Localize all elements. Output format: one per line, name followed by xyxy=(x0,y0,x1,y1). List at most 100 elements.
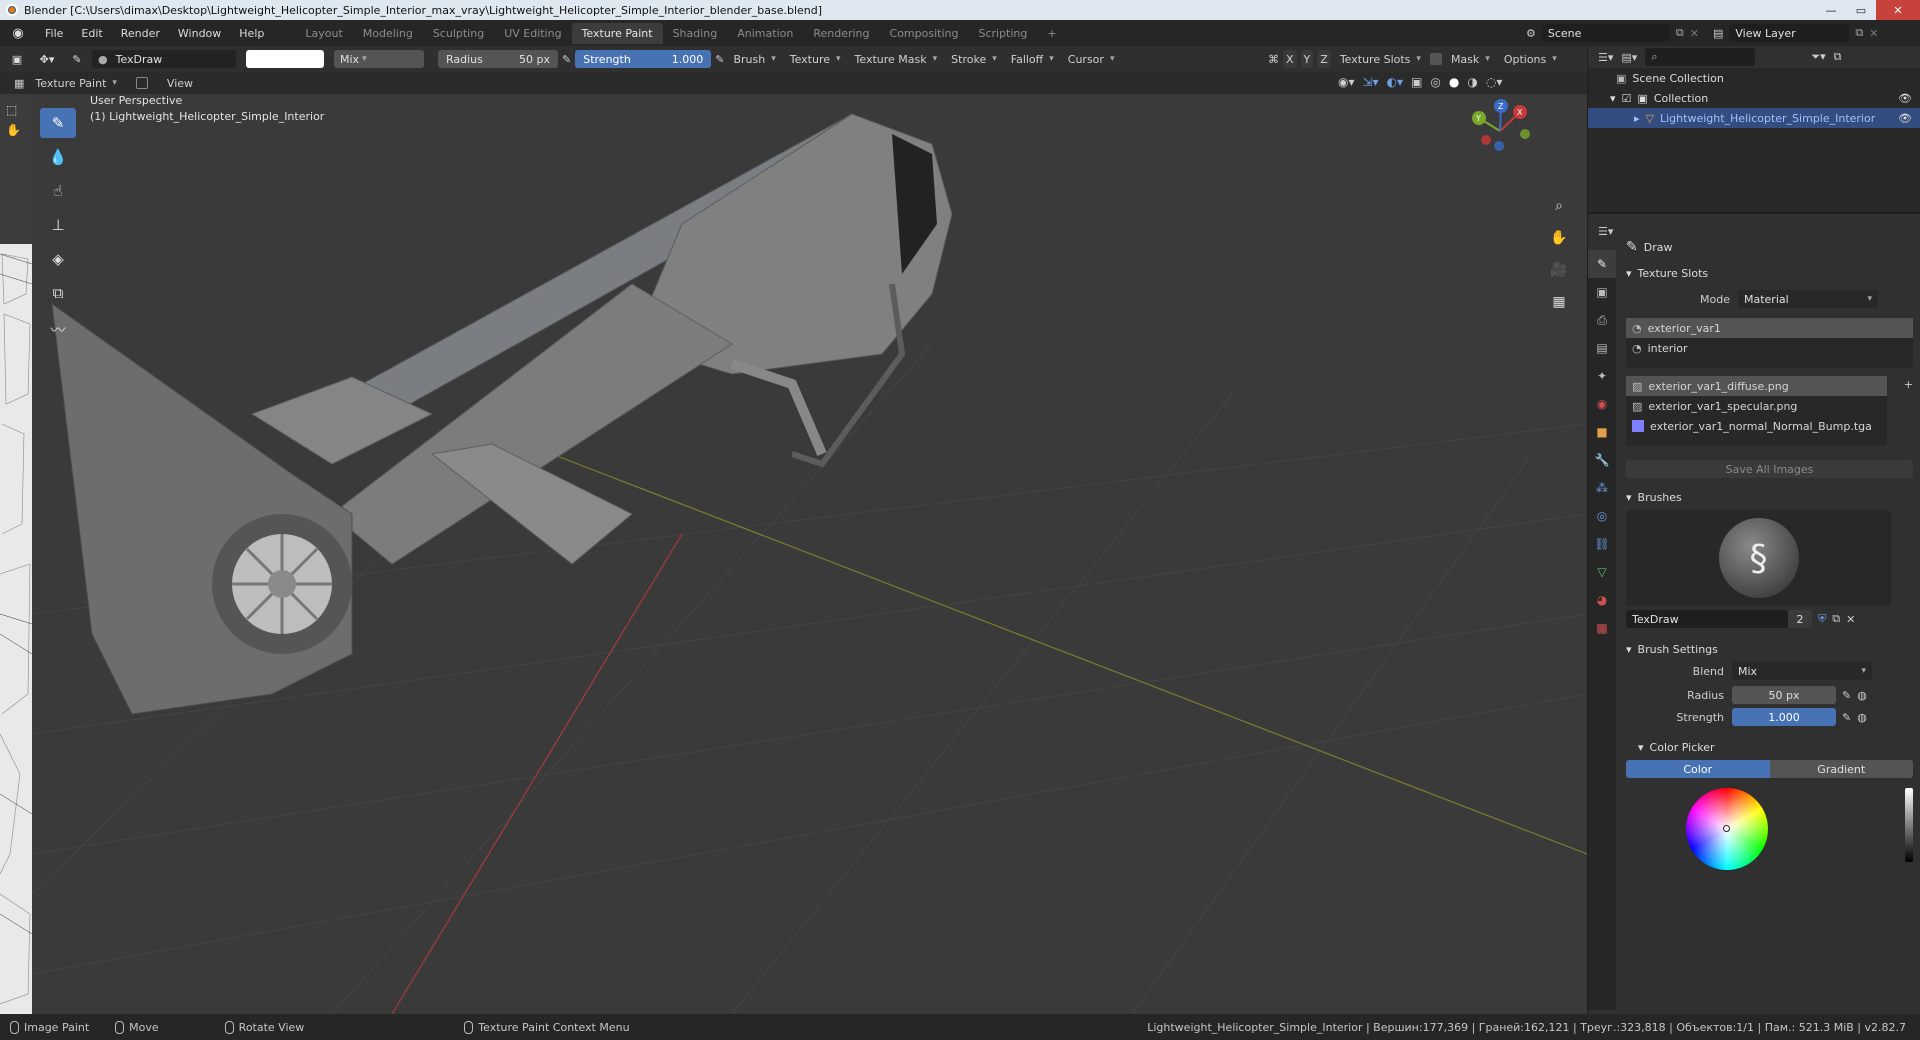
navigation-gizmo[interactable]: X Y Z xyxy=(1465,96,1535,166)
outliner-collection[interactable]: ▾ ☑ ▣ Collection 👁 xyxy=(1588,88,1920,108)
texture-slots-menu[interactable]: Texture Slots xyxy=(1335,50,1426,68)
strength-slider[interactable]: 1.000 xyxy=(1732,708,1836,726)
tab-sculpting[interactable]: Sculpting xyxy=(423,23,494,44)
stroke-menu[interactable]: Stroke xyxy=(946,50,1002,68)
expand-arrow-icon[interactable]: ▸ xyxy=(1634,112,1640,125)
world-tab-icon[interactable]: ◉ xyxy=(1588,390,1616,418)
image-slot-item[interactable]: ▨ exterior_var1_diffuse.png xyxy=(1626,376,1887,396)
tab-shading[interactable]: Shading xyxy=(663,23,728,44)
outliner-search-input[interactable]: ⌕ xyxy=(1645,48,1756,66)
strength-pressure-icon[interactable]: ✎ xyxy=(715,53,724,66)
remove-view-layer-icon[interactable]: ✕ xyxy=(1869,27,1878,40)
tab-scripting[interactable]: Scripting xyxy=(968,23,1037,44)
add-workspace-button[interactable]: + xyxy=(1037,23,1066,44)
menu-file[interactable]: File xyxy=(36,27,72,40)
symmetry-icon[interactable]: ⌘ xyxy=(1268,53,1279,66)
material-tab-icon[interactable]: ◕ xyxy=(1588,586,1616,614)
camera-icon[interactable]: 🎥 xyxy=(1547,258,1571,282)
editor-type-icon[interactable]: ▣ xyxy=(6,53,28,66)
render-tab-icon[interactable]: ▣ xyxy=(1588,278,1616,306)
scene-icon[interactable]: ⚙ xyxy=(1526,27,1536,40)
save-all-images-button[interactable]: Save All Images xyxy=(1626,460,1913,478)
brush-preview[interactable]: § xyxy=(1626,510,1891,606)
duplicate-brush-icon[interactable]: ⧉ xyxy=(1832,612,1840,626)
mirror-x-toggle[interactable]: X xyxy=(1283,50,1297,68)
outliner-object-row[interactable]: ▸ ▽ Lightweight_Helicopter_Simple_Interi… xyxy=(1588,108,1920,128)
new-scene-icon[interactable]: ⧉ xyxy=(1676,26,1684,40)
annotate-tool-icon[interactable]: 〰 xyxy=(40,314,76,344)
material-shading-icon[interactable]: ◑ xyxy=(1467,75,1477,89)
new-view-layer-icon[interactable]: ⧉ xyxy=(1855,26,1863,40)
xray-toggle-icon[interactable]: ▣ xyxy=(1411,75,1422,89)
brush-name-field[interactable]: TexDraw xyxy=(1626,610,1788,628)
modifier-tab-icon[interactable]: 🔧 xyxy=(1588,446,1616,474)
scene-selector[interactable]: Scene xyxy=(1541,24,1670,42)
unlink-brush-icon[interactable]: ✕ xyxy=(1846,613,1855,626)
data-tab-icon[interactable]: ▽ xyxy=(1588,558,1616,586)
tool-tab-icon[interactable]: ✎ xyxy=(1588,250,1616,278)
visibility-icon[interactable]: ◉▾ xyxy=(1338,75,1355,89)
color-swatch[interactable] xyxy=(246,50,324,68)
radius-slider[interactable]: Radius 50 px xyxy=(438,50,558,68)
collection-checkbox[interactable]: ☑ xyxy=(1622,92,1632,105)
texture-mask-menu[interactable]: Texture Mask xyxy=(850,50,943,68)
rendered-shading-icon[interactable]: ◌▾ xyxy=(1486,75,1503,89)
blend-dropdown[interactable]: Mix xyxy=(334,50,424,68)
close-button[interactable]: ✕ xyxy=(1876,0,1920,20)
radius-pressure-icon[interactable]: ✎ xyxy=(562,53,571,66)
blend-dropdown[interactable]: Mix xyxy=(1732,662,1872,680)
material-slot-item[interactable]: ◔ exterior_var1 xyxy=(1626,318,1913,338)
tab-texture-paint[interactable]: Texture Paint xyxy=(571,22,663,44)
soften-tool-icon[interactable]: 💧 xyxy=(40,142,76,172)
properties-editor-icon[interactable]: ☰▾ xyxy=(1598,225,1613,238)
overlay-toggle-icon[interactable]: ◐▾ xyxy=(1387,75,1404,89)
tab-gradient[interactable]: Gradient xyxy=(1769,760,1913,778)
display-mode-icon[interactable]: ▤▾ xyxy=(1621,51,1637,64)
tab-rendering[interactable]: Rendering xyxy=(803,23,879,44)
color-picker-panel-header[interactable]: ▾ Color Picker xyxy=(1618,736,1920,758)
outliner-scene-collection[interactable]: ▣ Scene Collection xyxy=(1588,68,1920,88)
image-slot-item[interactable]: exterior_var1_normal_Normal_Bump.tga xyxy=(1626,416,1887,436)
tool-icon[interactable]: ✥▾ xyxy=(32,53,62,66)
visibility-eye-icon[interactable]: 👁 xyxy=(1898,112,1912,125)
menu-render[interactable]: Render xyxy=(112,27,169,40)
particles-tab-icon[interactable]: ⁂ xyxy=(1588,474,1616,502)
texture-tab-icon[interactable]: ▩ xyxy=(1588,614,1616,642)
cursor-menu[interactable]: Cursor xyxy=(1063,50,1120,68)
mask-menu[interactable]: Mask xyxy=(1446,50,1495,68)
constraints-tab-icon[interactable]: ⛓ xyxy=(1588,530,1616,558)
mode-dropdown[interactable]: Material xyxy=(1738,290,1878,308)
falloff-menu[interactable]: Falloff xyxy=(1006,50,1059,68)
scene-tab-icon[interactable]: ✦ xyxy=(1588,362,1616,390)
value-slider[interactable] xyxy=(1905,788,1913,862)
tab-modeling[interactable]: Modeling xyxy=(353,23,423,44)
color-wheel[interactable] xyxy=(1686,788,1768,870)
mask-toggle-icon[interactable] xyxy=(135,77,148,89)
draw-tool-icon[interactable]: ✎ xyxy=(40,108,76,138)
radius-unit-icon[interactable]: ◍ xyxy=(1857,689,1867,702)
texture-menu[interactable]: Texture xyxy=(785,50,846,68)
perspective-grid-icon[interactable]: ▦ xyxy=(1547,290,1571,314)
menu-window[interactable]: Window xyxy=(169,27,230,40)
smear-tool-icon[interactable]: ☝ xyxy=(40,176,76,206)
texture-slots-panel-header[interactable]: ▾ Texture Slots xyxy=(1618,262,1920,284)
3d-viewport[interactable]: User Perspective (1) Lightweight_Helicop… xyxy=(32,94,1587,1014)
brush-selector[interactable]: ● TexDraw xyxy=(92,50,236,68)
radius-slider[interactable]: 50 px xyxy=(1732,686,1836,704)
new-collection-icon[interactable]: ⧉ xyxy=(1834,50,1842,64)
menu-help[interactable]: Help xyxy=(230,27,273,40)
unified-strength-icon[interactable]: ◍ xyxy=(1857,711,1867,724)
brush-menu[interactable]: Brush xyxy=(728,50,780,68)
filter-icon[interactable]: ⏷▾ xyxy=(1811,50,1825,64)
gizmo-toggle-icon[interactable]: ⇲▾ xyxy=(1363,75,1379,89)
view-menu[interactable]: View xyxy=(162,74,198,92)
mask-checkbox[interactable] xyxy=(1429,53,1442,65)
color-wheel-cursor[interactable] xyxy=(1723,825,1730,832)
view-layer-tab-icon[interactable]: ▤ xyxy=(1588,334,1616,362)
visibility-eye-icon[interactable]: 👁 xyxy=(1898,92,1912,105)
wireframe-shading-icon[interactable]: ◎ xyxy=(1430,75,1440,89)
view-layer-selector[interactable]: View Layer xyxy=(1729,24,1850,42)
pan-hand-icon[interactable]: ✋ xyxy=(1547,226,1571,250)
object-tab-icon[interactable]: ■ xyxy=(1588,418,1616,446)
tab-color[interactable]: Color xyxy=(1626,760,1770,778)
